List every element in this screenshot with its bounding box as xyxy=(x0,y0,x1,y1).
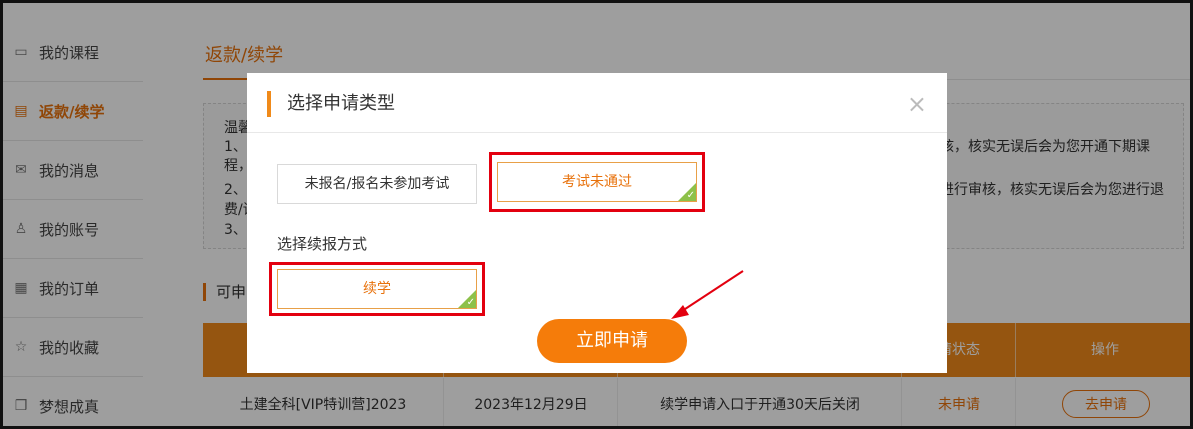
arrow-line xyxy=(678,270,744,314)
window-frame: ▭ 我的课程 ▤ 返款/续学 ✉ 我的消息 ♙ 我的账号 ▦ 我的订单 ☆ 我的… xyxy=(0,0,1193,429)
annotation-arrow xyxy=(671,270,744,319)
